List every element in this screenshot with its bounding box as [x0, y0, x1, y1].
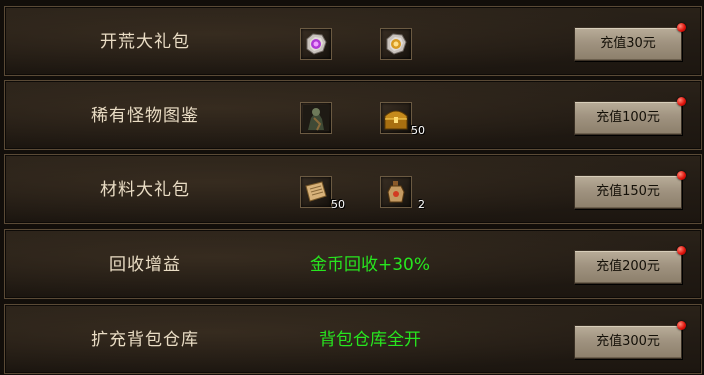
row-title: 开荒大礼包	[100, 32, 190, 52]
row-title: 回收增益	[109, 255, 181, 275]
reward-row-recycle-bonus: 回收增益 金币回收+30% 充值200元	[4, 229, 702, 299]
recharge-button-label: 充值200元	[596, 259, 660, 274]
item-slot[interactable]: 50	[380, 102, 425, 137]
item-slot[interactable]: 2	[380, 176, 425, 211]
item-slot[interactable]	[300, 28, 332, 60]
reward-description: 背包仓库全开	[319, 330, 421, 350]
notification-dot-icon	[677, 23, 686, 32]
notification-dot-icon	[677, 97, 686, 106]
gold-treasure-chest-icon	[384, 110, 408, 130]
reward-row-materials-pack: 材料大礼包 50 2 充值150元	[4, 154, 702, 224]
potion-bottle-icon	[387, 181, 405, 203]
recharge-button[interactable]: 充值100元	[574, 97, 686, 135]
recharge-button[interactable]: 充值30元	[574, 23, 686, 61]
notification-dot-icon	[677, 171, 686, 180]
item-quantity: 50	[331, 198, 345, 211]
recharge-button-label: 充值150元	[596, 184, 660, 199]
purple-gem-stone-icon	[306, 33, 327, 55]
row-title: 材料大礼包	[100, 180, 190, 200]
notification-dot-icon	[677, 321, 686, 330]
item-slot[interactable]: 50	[300, 176, 345, 211]
recharge-button[interactable]: 充值300元	[574, 321, 686, 359]
reward-row-rare-monster-book: 稀有怪物图鉴 50 充值100元	[4, 80, 702, 150]
reward-row-starter-pack: 开荒大礼包 充值30元	[4, 6, 702, 76]
item-slot[interactable]	[300, 102, 332, 134]
notification-dot-icon	[677, 246, 686, 255]
row-title: 稀有怪物图鉴	[91, 106, 199, 126]
recharge-button-label: 充值300元	[596, 334, 660, 349]
recharge-button-label: 充值100元	[596, 110, 660, 125]
monster-card-icon	[303, 105, 329, 131]
reward-description: 金币回收+30%	[309, 255, 431, 275]
recharge-button[interactable]: 充值200元	[574, 246, 686, 284]
item-quantity: 2	[418, 198, 425, 211]
scroll-icon	[305, 181, 327, 202]
item-slot[interactable]	[380, 28, 412, 60]
recharge-button[interactable]: 充值150元	[574, 171, 686, 209]
gold-gem-stone-icon	[386, 33, 407, 55]
row-title: 扩充背包仓库	[91, 330, 199, 350]
recharge-reward-list: 开荒大礼包 充值30元 稀有怪物图鉴 50 充值100元 材料大礼包 50 2 …	[0, 0, 704, 374]
recharge-button-label: 充值30元	[600, 36, 656, 51]
item-quantity: 50	[411, 124, 425, 137]
reward-row-expand-storage: 扩充背包仓库 背包仓库全开 充值300元	[4, 304, 702, 374]
